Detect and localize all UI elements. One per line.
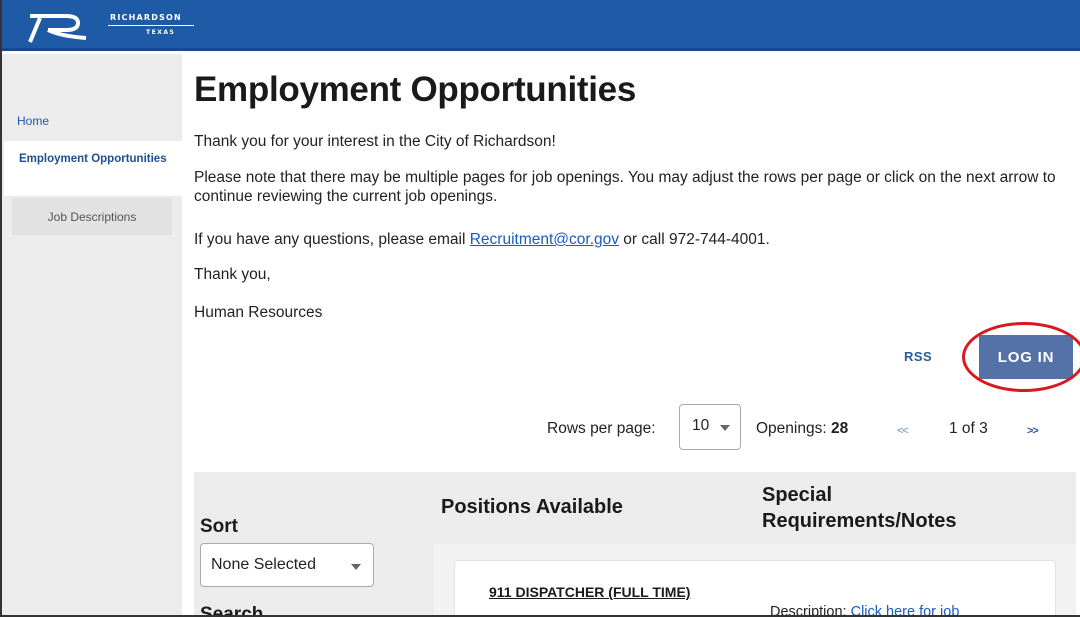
page-indicator: 1 of 3 [949, 420, 988, 437]
rss-link[interactable]: RSS [904, 349, 932, 364]
signoff-paragraph: Thank you, [194, 266, 271, 283]
rows-per-page-label: Rows per page: [547, 420, 656, 437]
pages-note-paragraph: Please note that there may be multiple p… [194, 169, 1056, 205]
next-page-button[interactable]: >> [1027, 425, 1039, 437]
job-title-link[interactable]: 911 DISPATCHER (FULL TIME) [489, 584, 690, 600]
sort-heading: Sort [200, 516, 238, 537]
job-description: Description: Click here for job [770, 604, 960, 617]
richardson-logo[interactable]: RICHARDSON TEXAS [22, 8, 194, 44]
contact-text-after: or call 972-744-4001. [619, 231, 770, 248]
openings-count: Openings: 28 [756, 420, 848, 438]
logo-name: RICHARDSON [110, 13, 182, 22]
openings-number: 28 [830, 420, 849, 437]
chevron-down-icon [351, 564, 361, 570]
sidebar-item-job-descriptions[interactable]: Job Descriptions [12, 198, 172, 235]
sidebar: Home Employment Opportunities Job Descri… [2, 54, 182, 615]
signature-paragraph: Human Resources [194, 304, 323, 321]
job-description-link[interactable]: Click here for job [851, 604, 960, 615]
special-requirements-header: Special Requirements/Notes [762, 484, 957, 532]
openings-label: Openings: [756, 420, 831, 437]
contact-text-before: If you have any questions, please email [194, 231, 470, 248]
logo-subtitle: TEXAS [146, 29, 176, 36]
recruitment-email-link[interactable]: Recruitment@cor.gov [470, 231, 619, 248]
log-in-button[interactable]: LOG IN [979, 335, 1073, 379]
page-title: Employment Opportunities [194, 70, 636, 109]
positions-available-header: Positions Available [441, 496, 623, 518]
search-heading: Search [200, 604, 264, 617]
sidebar-item-employment-opportunities[interactable]: Employment Opportunities [4, 141, 182, 196]
sidebar-item-home[interactable]: Home [17, 114, 49, 128]
site-header: RICHARDSON TEXAS [2, 0, 1080, 51]
rows-per-page-select[interactable]: 10 [679, 404, 741, 450]
intro-paragraph: Thank you for your interest in the City … [194, 133, 556, 150]
richardson-r-logo-icon [28, 14, 87, 43]
logo-divider [108, 25, 194, 26]
contact-paragraph: If you have any questions, please email … [194, 230, 1074, 249]
job-description-label: Description: [770, 604, 851, 617]
sort-select[interactable]: None Selected [200, 543, 374, 587]
chevron-down-icon [720, 425, 730, 431]
browser-frame: RICHARDSON TEXAS Home Employment Opportu… [0, 0, 1080, 617]
previous-page-button[interactable]: << [897, 425, 909, 437]
